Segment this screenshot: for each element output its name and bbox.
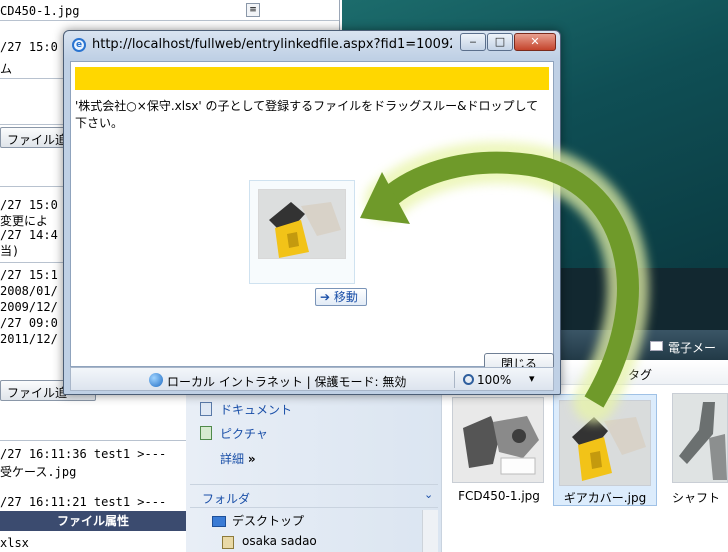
shaft-image	[673, 394, 727, 482]
email-button[interactable]: 電子メー	[668, 339, 716, 356]
thumbnail-label: ギアカバー.jpg	[563, 491, 647, 505]
log-line: /27 14:4	[0, 228, 58, 242]
log-line: ム	[0, 62, 13, 76]
log-line: 2008/01/	[0, 284, 58, 298]
log-line: /27 15:0	[0, 198, 58, 212]
folders-header[interactable]: フォルダ	[190, 484, 438, 508]
log-line: /27 16:11:21 test1 >---	[0, 495, 167, 509]
log-line: /27 16:11:36 test1 >---	[0, 447, 167, 461]
chevron-down-icon[interactable]: ▾	[529, 372, 535, 385]
explorer-navigation-pane: ドキュメント ピクチャ 詳細 »	[186, 388, 442, 552]
dragged-file-thumbnail	[258, 189, 346, 259]
chevron-right-icon: »	[247, 452, 256, 466]
gear-cover-image	[560, 401, 650, 485]
log-line: xlsx	[0, 536, 29, 550]
popup-url: http://localhost/fullweb/entrylinkedfile…	[92, 37, 452, 52]
maximize-button[interactable]: □	[487, 33, 513, 51]
details-label: 詳細	[220, 452, 245, 466]
close-icon[interactable]: ✕	[514, 33, 556, 51]
log-line: 変更によ	[0, 214, 49, 228]
ie-icon: e	[72, 38, 86, 52]
ie-popup-window: e http://localhost/fullweb/entrylinkedfi…	[63, 30, 561, 395]
tree-item-desktop[interactable]: デスクトップ	[232, 512, 304, 529]
popup-content: '株式会社○×保守.xlsx' の子として登録するファイルをドラッグスルー&ドロ…	[70, 61, 554, 375]
documents-icon	[200, 402, 212, 416]
nav-link-documents[interactable]: ドキュメント	[220, 401, 292, 418]
nav-link-pictures[interactable]: ピクチャ	[220, 425, 268, 442]
status-bar: ローカル イントラネット | 保護モード: 無効 100% ▾	[70, 367, 554, 391]
log-line: 2009/12/	[0, 300, 58, 314]
log-line: /27 15:1	[0, 268, 58, 282]
tag-column-header[interactable]: タグ	[628, 366, 652, 383]
tree-scrollbar[interactable]	[422, 510, 438, 552]
zone-status: ローカル イントラネット | 保護モード: 無効	[167, 375, 407, 389]
status-separator	[454, 371, 455, 388]
highlight-bar	[75, 67, 549, 90]
desktop-folder-icon	[212, 516, 226, 527]
explorer-header	[560, 268, 728, 330]
log-line: 2011/12/	[0, 332, 58, 346]
drop-instruction: '株式会社○×保守.xlsx' の子として登録するファイルをドラッグスルー&ドロ…	[75, 99, 539, 130]
move-button[interactable]: ➔ 移動	[315, 288, 367, 306]
gear-cover-preview	[259, 190, 345, 258]
log-line: /27 15:0	[0, 40, 58, 54]
log-line: CD450-1.jpg	[0, 4, 80, 18]
minimize-button[interactable]: ‒	[460, 33, 486, 51]
drop-target[interactable]	[249, 180, 355, 284]
thumbnail-shaft[interactable]	[672, 393, 728, 483]
thumbnail-label: シャフト	[672, 491, 721, 505]
popup-titlebar[interactable]: e http://localhost/fullweb/entrylinkedfi…	[64, 31, 560, 59]
file-attributes-header: ファイル属性	[0, 511, 186, 531]
user-folder-icon	[222, 536, 234, 549]
log-line: /27 09:0	[0, 316, 58, 330]
pictures-icon	[200, 426, 212, 440]
thumbnail-fcd450[interactable]	[452, 397, 544, 483]
log-line: 受ケース.jpg	[0, 465, 77, 479]
list-menu-icon[interactable]: ≡	[246, 3, 260, 17]
divider	[0, 20, 339, 21]
thumbnail-label: FCD450-1.jpg	[458, 489, 540, 503]
intranet-zone-icon	[149, 373, 163, 387]
thumbnail-gear-cover[interactable]	[559, 400, 651, 486]
email-icon[interactable]	[650, 341, 663, 351]
nav-link-details[interactable]: 詳細 »	[220, 450, 256, 467]
metal-part-image	[453, 398, 543, 482]
zoom-level[interactable]: 100%	[477, 373, 511, 387]
log-line: 当)	[0, 244, 20, 258]
chevron-down-icon[interactable]: ⌄	[424, 488, 433, 501]
zoom-icon[interactable]	[463, 374, 474, 385]
tree-item-user[interactable]: osaka sadao	[242, 534, 317, 548]
